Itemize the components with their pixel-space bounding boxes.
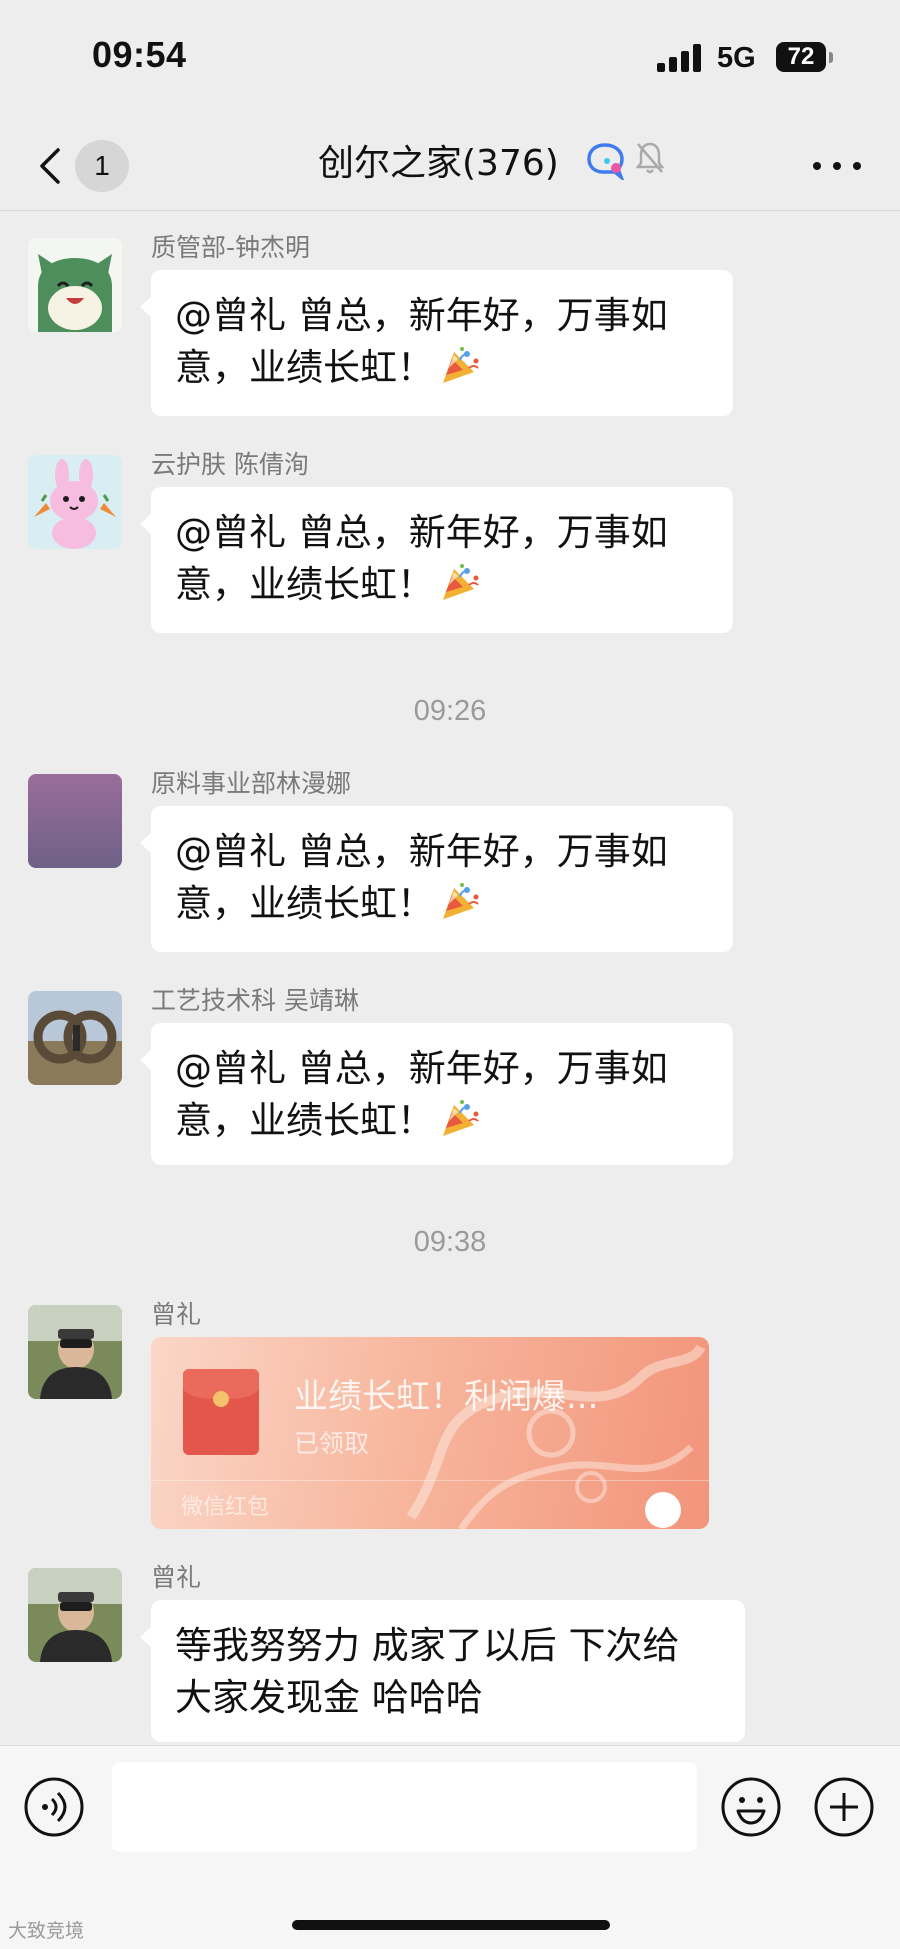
message-text-line: 意，业绩长虹！ <box>175 346 434 389</box>
message-bubble[interactable]: 等我努努力 成家了以后 下次给 大家发现金 哈哈哈 <box>140 1600 745 1742</box>
avatar[interactable] <box>28 1568 122 1662</box>
red-envelope-card[interactable]: 业绩长虹！利润爆... 已领取 微信红包 <box>151 1337 709 1529</box>
time-divider: 09:38 <box>413 1226 487 1258</box>
signal-icon <box>657 44 703 72</box>
message-text-line: @曾礼 曾总，新年好，万事如 <box>175 511 668 554</box>
message-text-line: 意，业绩长虹！ <box>175 1099 434 1142</box>
photo-avatar-icon <box>28 1305 122 1399</box>
back-chevron-icon <box>40 148 60 184</box>
sponsor-logo-icon <box>645 1492 681 1528</box>
party-popper-icon <box>442 563 480 601</box>
message-text-line: @曾礼 曾总，新年好，万事如 <box>175 830 668 873</box>
message-bubble[interactable]: @曾礼 曾总，新年好，万事如 意，业绩长虹！ <box>140 487 733 633</box>
unread-badge: 1 <box>75 140 129 192</box>
avatar[interactable] <box>28 991 122 1085</box>
back-button[interactable]: 1 <box>30 138 130 192</box>
chat-header: 1 创尔之家(376) <box>0 120 900 211</box>
photo-avatar-icon <box>28 1568 122 1662</box>
chat-title: 创尔之家(376) <box>318 143 559 184</box>
message-text-line: @曾礼 曾总，新年好，万事如 <box>175 294 668 337</box>
red-envelope-icon <box>183 1369 259 1455</box>
message-bubble[interactable]: @曾礼 曾总，新年好，万事如 意，业绩长虹！ <box>140 806 733 952</box>
avatar[interactable] <box>28 238 122 332</box>
ai-chat-icon[interactable] <box>585 140 625 180</box>
home-indicator[interactable] <box>292 1920 610 1930</box>
mute-bell-icon <box>635 142 665 174</box>
avatar[interactable] <box>28 774 122 868</box>
message-bubble[interactable]: @曾礼 曾总，新年好，万事如 意，业绩长虹！ <box>140 1023 733 1165</box>
message-input[interactable] <box>112 1762 697 1852</box>
party-popper-icon <box>442 882 480 920</box>
emoji-icon[interactable] <box>720 1776 782 1838</box>
more-button[interactable] <box>807 140 867 190</box>
input-bar: 大致竞境 <box>0 1745 900 1949</box>
status-time: 09:54 <box>92 34 187 75</box>
voice-icon[interactable] <box>23 1776 85 1838</box>
message-text-line: 意，业绩长虹！ <box>175 563 434 606</box>
time-divider: 09:26 <box>413 695 487 727</box>
message-text-line: 等我努努力 成家了以后 下次给 <box>175 1624 680 1667</box>
sender-name: 原料事业部林漫娜 <box>151 769 352 798</box>
message-text-line: 大家发现金 哈哈哈 <box>175 1676 483 1719</box>
red-envelope-footer: 微信红包 <box>181 1495 270 1520</box>
divider <box>151 1480 709 1481</box>
network-label: 5G <box>717 42 756 74</box>
sender-name: 曾礼 <box>151 1300 202 1329</box>
status-bar: 09:54 5G 72 <box>0 0 900 120</box>
bunny-avatar-icon <box>28 455 122 549</box>
battery-icon: 72 <box>776 42 826 72</box>
message-text-line: 意，业绩长虹！ <box>175 882 434 925</box>
sender-name: 云护肤 陈倩洵 <box>151 450 309 479</box>
photo-avatar-icon <box>28 991 122 1085</box>
battery-cap <box>829 52 833 63</box>
avatar[interactable] <box>28 455 122 549</box>
sender-name: 曾礼 <box>151 1563 202 1592</box>
party-popper-icon <box>442 1099 480 1137</box>
red-envelope-title: 业绩长虹！利润爆... <box>294 1377 599 1417</box>
red-envelope-status: 已领取 <box>294 1429 370 1458</box>
avatar[interactable] <box>28 1305 122 1399</box>
plus-icon[interactable] <box>813 1776 875 1838</box>
party-popper-icon <box>442 346 480 384</box>
cat-avatar-icon <box>28 238 122 332</box>
sender-name: 工艺技术科 吴靖琳 <box>151 986 359 1015</box>
message-bubble[interactable]: @曾礼 曾总，新年好，万事如 意，业绩长虹！ <box>140 270 733 416</box>
message-text-line: @曾礼 曾总，新年好，万事如 <box>175 1047 668 1090</box>
sender-name: 质管部-钟杰明 <box>151 233 311 262</box>
watermark: 大致竞境 <box>8 1920 85 1942</box>
